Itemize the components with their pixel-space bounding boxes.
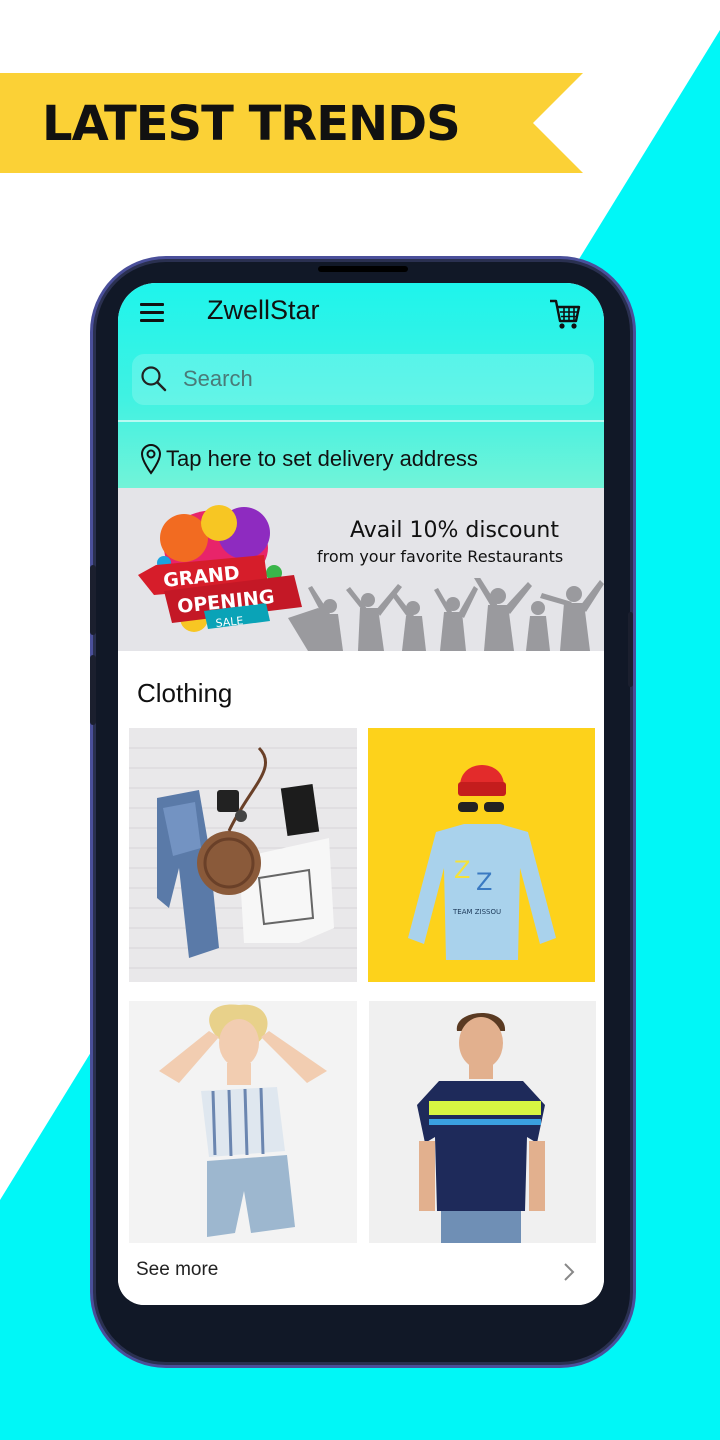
svg-text:Z: Z bbox=[476, 868, 492, 896]
grand-opening-logo: GRAND OPENING SALE bbox=[138, 505, 302, 632]
promo-title: Avail 10% discount bbox=[350, 518, 559, 543]
phone-speaker bbox=[318, 266, 408, 272]
header-divider bbox=[118, 420, 604, 422]
search-placeholder: Search bbox=[183, 366, 253, 391]
clothing-section: Clothing Z Z TEAM ZISSOU See more bbox=[118, 658, 604, 1305]
delivery-address-prompt[interactable]: Tap here to set delivery address bbox=[166, 446, 478, 472]
section-heading: Clothing bbox=[137, 678, 233, 708]
product-image bbox=[129, 746, 357, 969]
app-title: ZwellStar bbox=[207, 295, 320, 325]
product-image: Z Z TEAM ZISSOU bbox=[408, 765, 556, 960]
product-tile[interactable]: Z Z TEAM ZISSOU bbox=[368, 728, 595, 982]
phone-side-button bbox=[90, 655, 96, 725]
app-header: ZwellStar Search Tap here to set deliver… bbox=[118, 283, 604, 488]
search-input[interactable]: Search bbox=[132, 354, 594, 405]
app-screen: ZwellStar Search Tap here to set deliver… bbox=[118, 283, 604, 1305]
crowd-silhouette-image bbox=[288, 578, 604, 651]
sweatshirt-print: TEAM ZISSOU bbox=[452, 908, 501, 916]
svg-text:Z: Z bbox=[454, 856, 470, 884]
location-pin-icon[interactable] bbox=[140, 443, 162, 475]
product-tile[interactable] bbox=[129, 1001, 357, 1243]
logo-word-sale: SALE bbox=[215, 614, 244, 630]
see-more-link[interactable]: See more bbox=[136, 1259, 218, 1281]
product-image bbox=[417, 1012, 545, 1243]
product-tile[interactable] bbox=[129, 728, 357, 982]
phone-power-button bbox=[628, 612, 633, 687]
product-tile[interactable] bbox=[369, 1001, 596, 1243]
search-icon bbox=[141, 366, 167, 392]
banner-title: LATEST TRENDS bbox=[42, 96, 461, 152]
promo-subtitle: from your favorite Restaurants bbox=[317, 547, 564, 566]
chevron-right-icon[interactable] bbox=[562, 1261, 576, 1283]
phone-side-button bbox=[90, 565, 96, 635]
promo-banner[interactable]: GRAND OPENING SALE Avail 10% discount fr… bbox=[118, 488, 604, 651]
shopping-cart-icon[interactable] bbox=[549, 297, 581, 331]
hamburger-menu-icon[interactable] bbox=[140, 303, 164, 323]
product-image bbox=[159, 1004, 327, 1237]
